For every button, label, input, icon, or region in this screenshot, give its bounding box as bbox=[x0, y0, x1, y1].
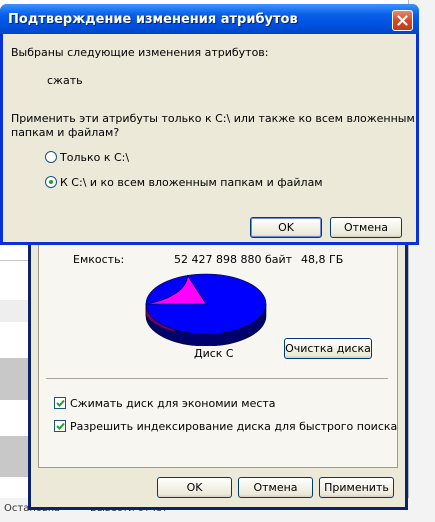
properties-cancel-button[interactable]: Отмена bbox=[238, 477, 313, 498]
radio-only-root[interactable] bbox=[45, 151, 57, 163]
dialog-title: Подтверждение изменения атрибутов bbox=[8, 12, 298, 27]
disk-cleanup-button[interactable]: Очистка диска bbox=[284, 338, 372, 359]
question-text-line1: Применить эти атрибуты только к C:\ или … bbox=[11, 112, 415, 125]
disk-label: Диск C bbox=[194, 347, 234, 360]
radio-root-and-subfolders-label[interactable]: К C:\ и ко всем вложенным папкам и файла… bbox=[60, 176, 323, 189]
capacity-label: Емкость: bbox=[73, 253, 125, 266]
compress-checkbox[interactable] bbox=[54, 397, 66, 409]
properties-ok-button[interactable]: OK bbox=[157, 477, 232, 498]
capacity-gb: 48,8 ГБ bbox=[301, 253, 344, 266]
check-icon bbox=[56, 422, 65, 430]
radio-only-root-label[interactable]: Только к C:\ bbox=[60, 151, 129, 164]
check-icon bbox=[56, 399, 65, 407]
dialog-body: Выбраны следующие изменения атрибутов: с… bbox=[3, 34, 416, 242]
separator bbox=[46, 378, 388, 379]
question-text-line2: папкам и файлам? bbox=[11, 126, 120, 139]
dialog-ok-button[interactable]: OK bbox=[250, 217, 322, 238]
radio-root-and-subfolders[interactable] bbox=[45, 176, 57, 188]
close-icon bbox=[397, 15, 408, 26]
index-label[interactable]: Разрешить индексирование диска для быстр… bbox=[70, 420, 397, 433]
capacity-bytes: 52 427 898 880 байт bbox=[174, 253, 293, 266]
index-checkbox[interactable] bbox=[54, 420, 66, 432]
dialog-cancel-button[interactable]: Отмена bbox=[330, 217, 402, 238]
compress-label[interactable]: Сжимать диск для экономии места bbox=[70, 397, 276, 410]
disk-usage-pie bbox=[145, 273, 267, 346]
radio-selected-dot bbox=[49, 180, 53, 184]
confirm-attributes-dialog: Подтверждение изменения атрибутов Выбран… bbox=[0, 4, 419, 245]
selected-changes-label: Выбраны следующие изменения атрибутов: bbox=[11, 46, 269, 59]
attribute-value: сжать bbox=[47, 74, 83, 87]
properties-apply-button[interactable]: Применить bbox=[319, 477, 394, 498]
close-button[interactable] bbox=[392, 10, 413, 31]
